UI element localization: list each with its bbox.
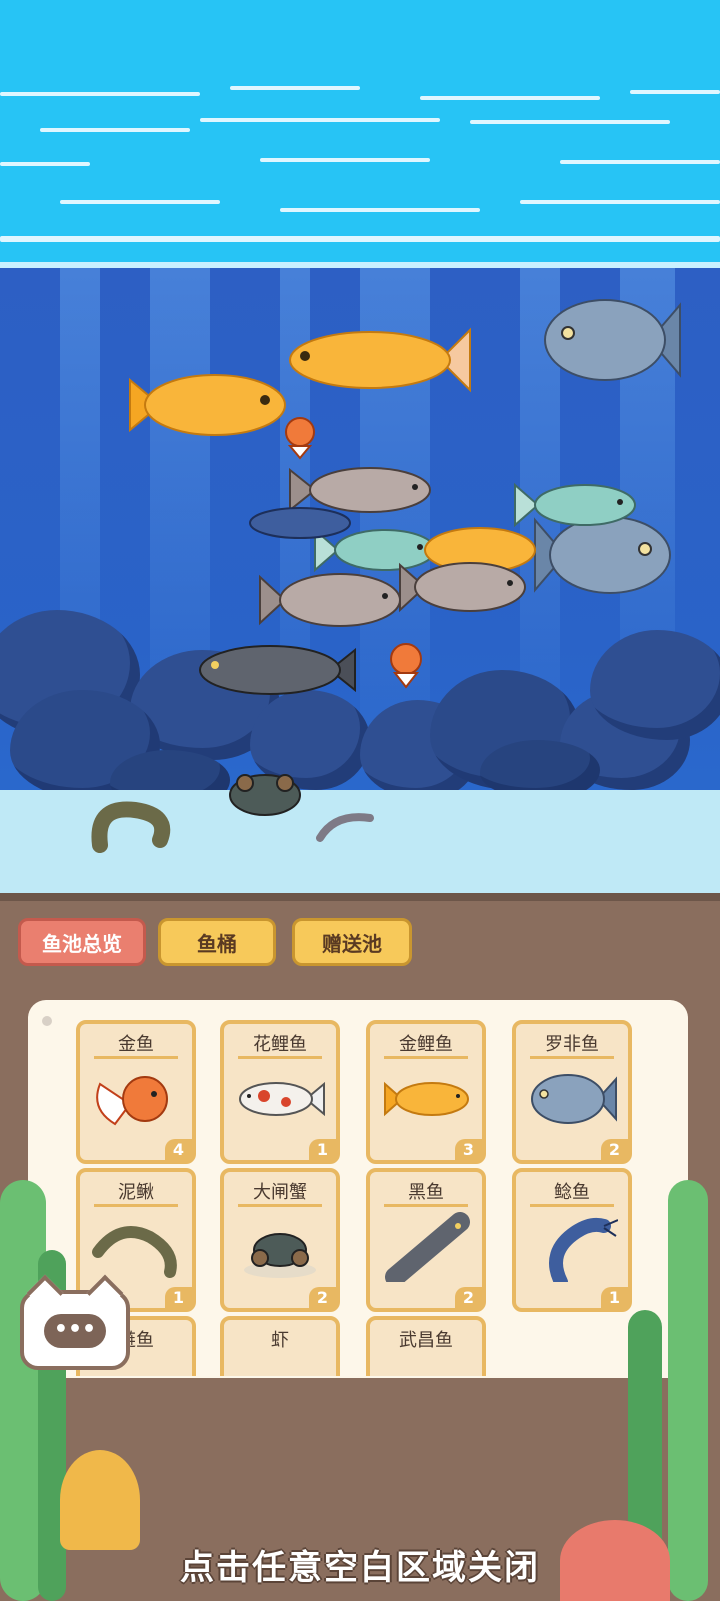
- cat-chat-button[interactable]: •••: [20, 1274, 130, 1370]
- fish-card-snakehead[interactable]: 黑鱼 2: [366, 1168, 486, 1312]
- card-name: 金鱼: [118, 1034, 154, 1055]
- tilapia-sprite: [544, 299, 681, 381]
- card-name: 大闸蟹: [253, 1182, 307, 1203]
- fish-card-koi[interactable]: 花鲤鱼 1: [220, 1020, 340, 1164]
- pin-dot: [42, 1016, 52, 1026]
- card-count: 2: [600, 1139, 628, 1160]
- shrimp-sprite: [316, 813, 374, 842]
- close-hint-text[interactable]: 点击任意空白区域关闭: [0, 1540, 720, 1589]
- tab-fish-bucket[interactable]: 鱼桶: [158, 918, 276, 966]
- crab-icon: [244, 1233, 316, 1278]
- catfish-icon: [549, 1217, 618, 1282]
- fish-card-crab[interactable]: 大闸蟹 2: [220, 1168, 340, 1312]
- card-name: 金鲤鱼: [399, 1034, 453, 1055]
- card-name: 虾: [271, 1330, 289, 1351]
- card-name: 鲶鱼: [554, 1182, 590, 1203]
- bream-sprite: [399, 562, 526, 613]
- card-count: 1: [600, 1287, 628, 1308]
- card-name: 罗非鱼: [545, 1034, 599, 1055]
- coral: [60, 1450, 140, 1550]
- snakehead-sprite: [199, 645, 356, 695]
- goldfish-sprite: [285, 417, 315, 460]
- goldfish-icon: [96, 1076, 168, 1126]
- goldfish-sprite: [390, 643, 422, 689]
- catfish-sprite: [249, 507, 351, 539]
- card-count: 3: [454, 1139, 482, 1160]
- card-count: 4: [164, 1139, 192, 1160]
- fish-card-tilapia[interactable]: 罗非鱼 2: [512, 1020, 632, 1164]
- card-name: 花鲤鱼: [253, 1034, 307, 1055]
- fish-card-shrimp[interactable]: 虾: [220, 1316, 340, 1376]
- tab-pond-overview[interactable]: 鱼池总览: [18, 918, 146, 966]
- card-count: 2: [454, 1287, 482, 1308]
- golden-carp-sprite: [289, 327, 471, 393]
- card-count: 1: [308, 1139, 336, 1160]
- fish-card-catfish[interactable]: 鲶鱼 1: [512, 1168, 632, 1312]
- tilapia-icon: [531, 1074, 617, 1124]
- tab-gift-pond[interactable]: 赠送池: [292, 918, 412, 966]
- card-name: 武昌鱼: [399, 1330, 453, 1351]
- golden-carp-icon: [384, 1081, 469, 1117]
- snakehead-icon: [385, 1212, 470, 1282]
- bream-sprite: [259, 573, 401, 627]
- fish-card-golden-carp[interactable]: 金鲤鱼 3: [366, 1020, 486, 1164]
- card-count: 2: [308, 1287, 336, 1308]
- panel-divider: [0, 893, 720, 901]
- rock: [590, 630, 720, 740]
- fish-card-bream[interactable]: 武昌鱼: [366, 1316, 486, 1376]
- card-name: 泥鳅: [118, 1182, 154, 1203]
- loach-icon: [92, 1226, 177, 1278]
- seaweed: [668, 1180, 708, 1601]
- crab-sprite: [229, 774, 301, 816]
- chat-dots: •••: [44, 1314, 106, 1348]
- golden-carp-sprite: [129, 374, 286, 436]
- card-name: 黑鱼: [408, 1182, 444, 1203]
- sky-area: [0, 0, 720, 270]
- fish-card-goldfish[interactable]: 金鱼 4: [76, 1020, 196, 1164]
- koi-icon: [239, 1081, 325, 1117]
- card-count: 1: [164, 1287, 192, 1308]
- loach-sprite: [91, 801, 171, 853]
